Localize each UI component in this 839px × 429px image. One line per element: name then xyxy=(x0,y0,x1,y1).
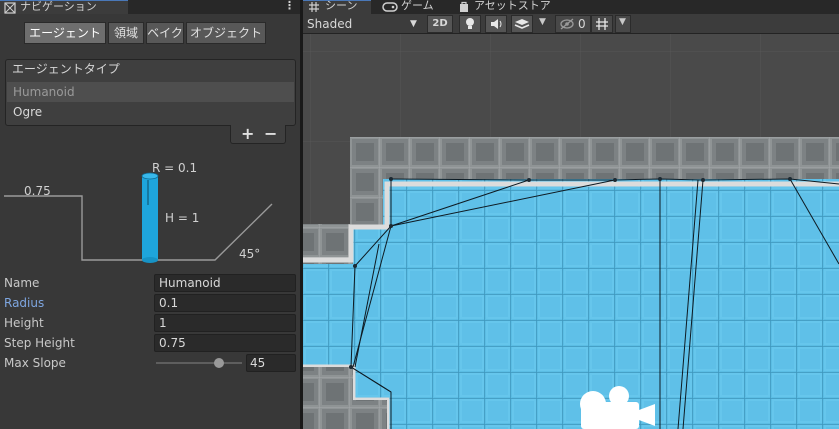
lighting-toggle-button[interactable] xyxy=(459,15,481,33)
max-slope-slider[interactable] xyxy=(156,362,242,364)
panel-menu-icon[interactable]: ⋮ xyxy=(284,0,295,14)
diagram-ground-line xyxy=(4,195,273,261)
segment-area[interactable]: 領域 xyxy=(108,22,144,44)
radius-label: R = 0.1 xyxy=(152,161,197,175)
radius-field-label: Radius xyxy=(4,296,45,310)
list-item-ogre[interactable]: Ogre xyxy=(7,102,294,122)
list-item-humanoid[interactable]: Humanoid xyxy=(7,82,294,102)
step-height-label: 0.75 xyxy=(24,184,51,198)
slope-label: 45° xyxy=(239,247,260,261)
agent-type-header: エージェントタイプ xyxy=(12,62,120,76)
lightbulb-icon xyxy=(466,18,474,29)
effects-toggle-button[interactable] xyxy=(511,15,533,33)
height-label: H = 1 xyxy=(165,211,199,225)
grid-gizmo-icon xyxy=(596,18,608,30)
agent-cylinder xyxy=(142,176,158,260)
max-slope-slider-thumb[interactable] xyxy=(214,358,224,368)
audio-toggle-button[interactable] xyxy=(485,15,507,33)
navigation-icon xyxy=(4,2,16,14)
agent-diagram: 0.75 R = 0.1 H = 1 45° xyxy=(4,161,273,263)
toggle-2d-button[interactable]: 2D xyxy=(427,15,453,33)
tab-navigation-label: ナビゲーション xyxy=(20,0,97,13)
scene-panel: シーン ゲーム アセットストア Shaded ▼ 2D ▼ 0 ▼ xyxy=(303,0,839,429)
hidden-count: 0 xyxy=(578,17,586,31)
gizmos-dropdown[interactable]: ▼ xyxy=(615,15,631,33)
gizmos-chevron-down-icon: ▼ xyxy=(619,17,626,27)
walkable-floor xyxy=(303,179,839,429)
step-height-field[interactable]: 0.75 xyxy=(154,334,296,352)
gizmos-toggle-button[interactable] xyxy=(591,15,613,33)
effects-chevron-down-icon[interactable]: ▼ xyxy=(539,17,546,27)
hidden-objects-toggle[interactable]: 0 xyxy=(555,15,591,33)
tab-game-label[interactable]: ゲーム xyxy=(401,0,434,14)
add-agent-button[interactable]: + xyxy=(241,124,254,143)
gamepad-icon xyxy=(382,2,398,12)
scene-grid-icon xyxy=(309,2,319,12)
scene-viewport[interactable] xyxy=(303,34,839,429)
agent-type-list: エージェントタイプ Humanoid Ogre xyxy=(5,59,296,126)
tab-asset-store-label[interactable]: アセットストア xyxy=(474,0,551,14)
step-height-field-label: Step Height xyxy=(4,336,75,350)
chevron-down-icon: ▼ xyxy=(410,19,417,29)
navigation-tab-bar: ナビゲーション ⋮ xyxy=(0,0,300,14)
name-label: Name xyxy=(4,276,40,290)
draw-mode-dropdown[interactable]: Shaded ▼ xyxy=(304,15,422,33)
shopping-bag-icon xyxy=(460,1,468,12)
draw-mode-value: Shaded xyxy=(307,17,353,31)
max-slope-field[interactable]: 45 xyxy=(246,354,296,372)
tab-scene-label[interactable]: シーン xyxy=(325,0,357,14)
scene-toolbar: Shaded ▼ 2D ▼ 0 ▼ xyxy=(303,14,839,34)
speaker-icon xyxy=(491,19,502,29)
name-field[interactable]: Humanoid xyxy=(154,274,296,292)
list-add-remove-footer: + − xyxy=(230,124,286,144)
tab-navigation[interactable]: ナビゲーション xyxy=(0,0,128,14)
height-field[interactable]: 1 xyxy=(154,314,296,332)
height-field-label: Height xyxy=(4,316,44,330)
segment-agent[interactable]: エージェント xyxy=(24,22,106,44)
segment-object[interactable]: オブジェクト xyxy=(186,22,266,44)
scene-tab-bar: シーン ゲーム アセットストア xyxy=(303,0,839,14)
remove-agent-button[interactable]: − xyxy=(264,124,277,143)
navigation-panel: ナビゲーション ⋮ エージェント 領域 ベイク オブジェクト エージェントタイプ… xyxy=(0,0,300,429)
segment-bake[interactable]: ベイク xyxy=(146,22,184,44)
layers-icon xyxy=(514,19,530,29)
max-slope-label: Max Slope xyxy=(4,356,66,370)
radius-field[interactable]: 0.1 xyxy=(154,294,296,312)
eye-hidden-icon xyxy=(560,18,574,30)
